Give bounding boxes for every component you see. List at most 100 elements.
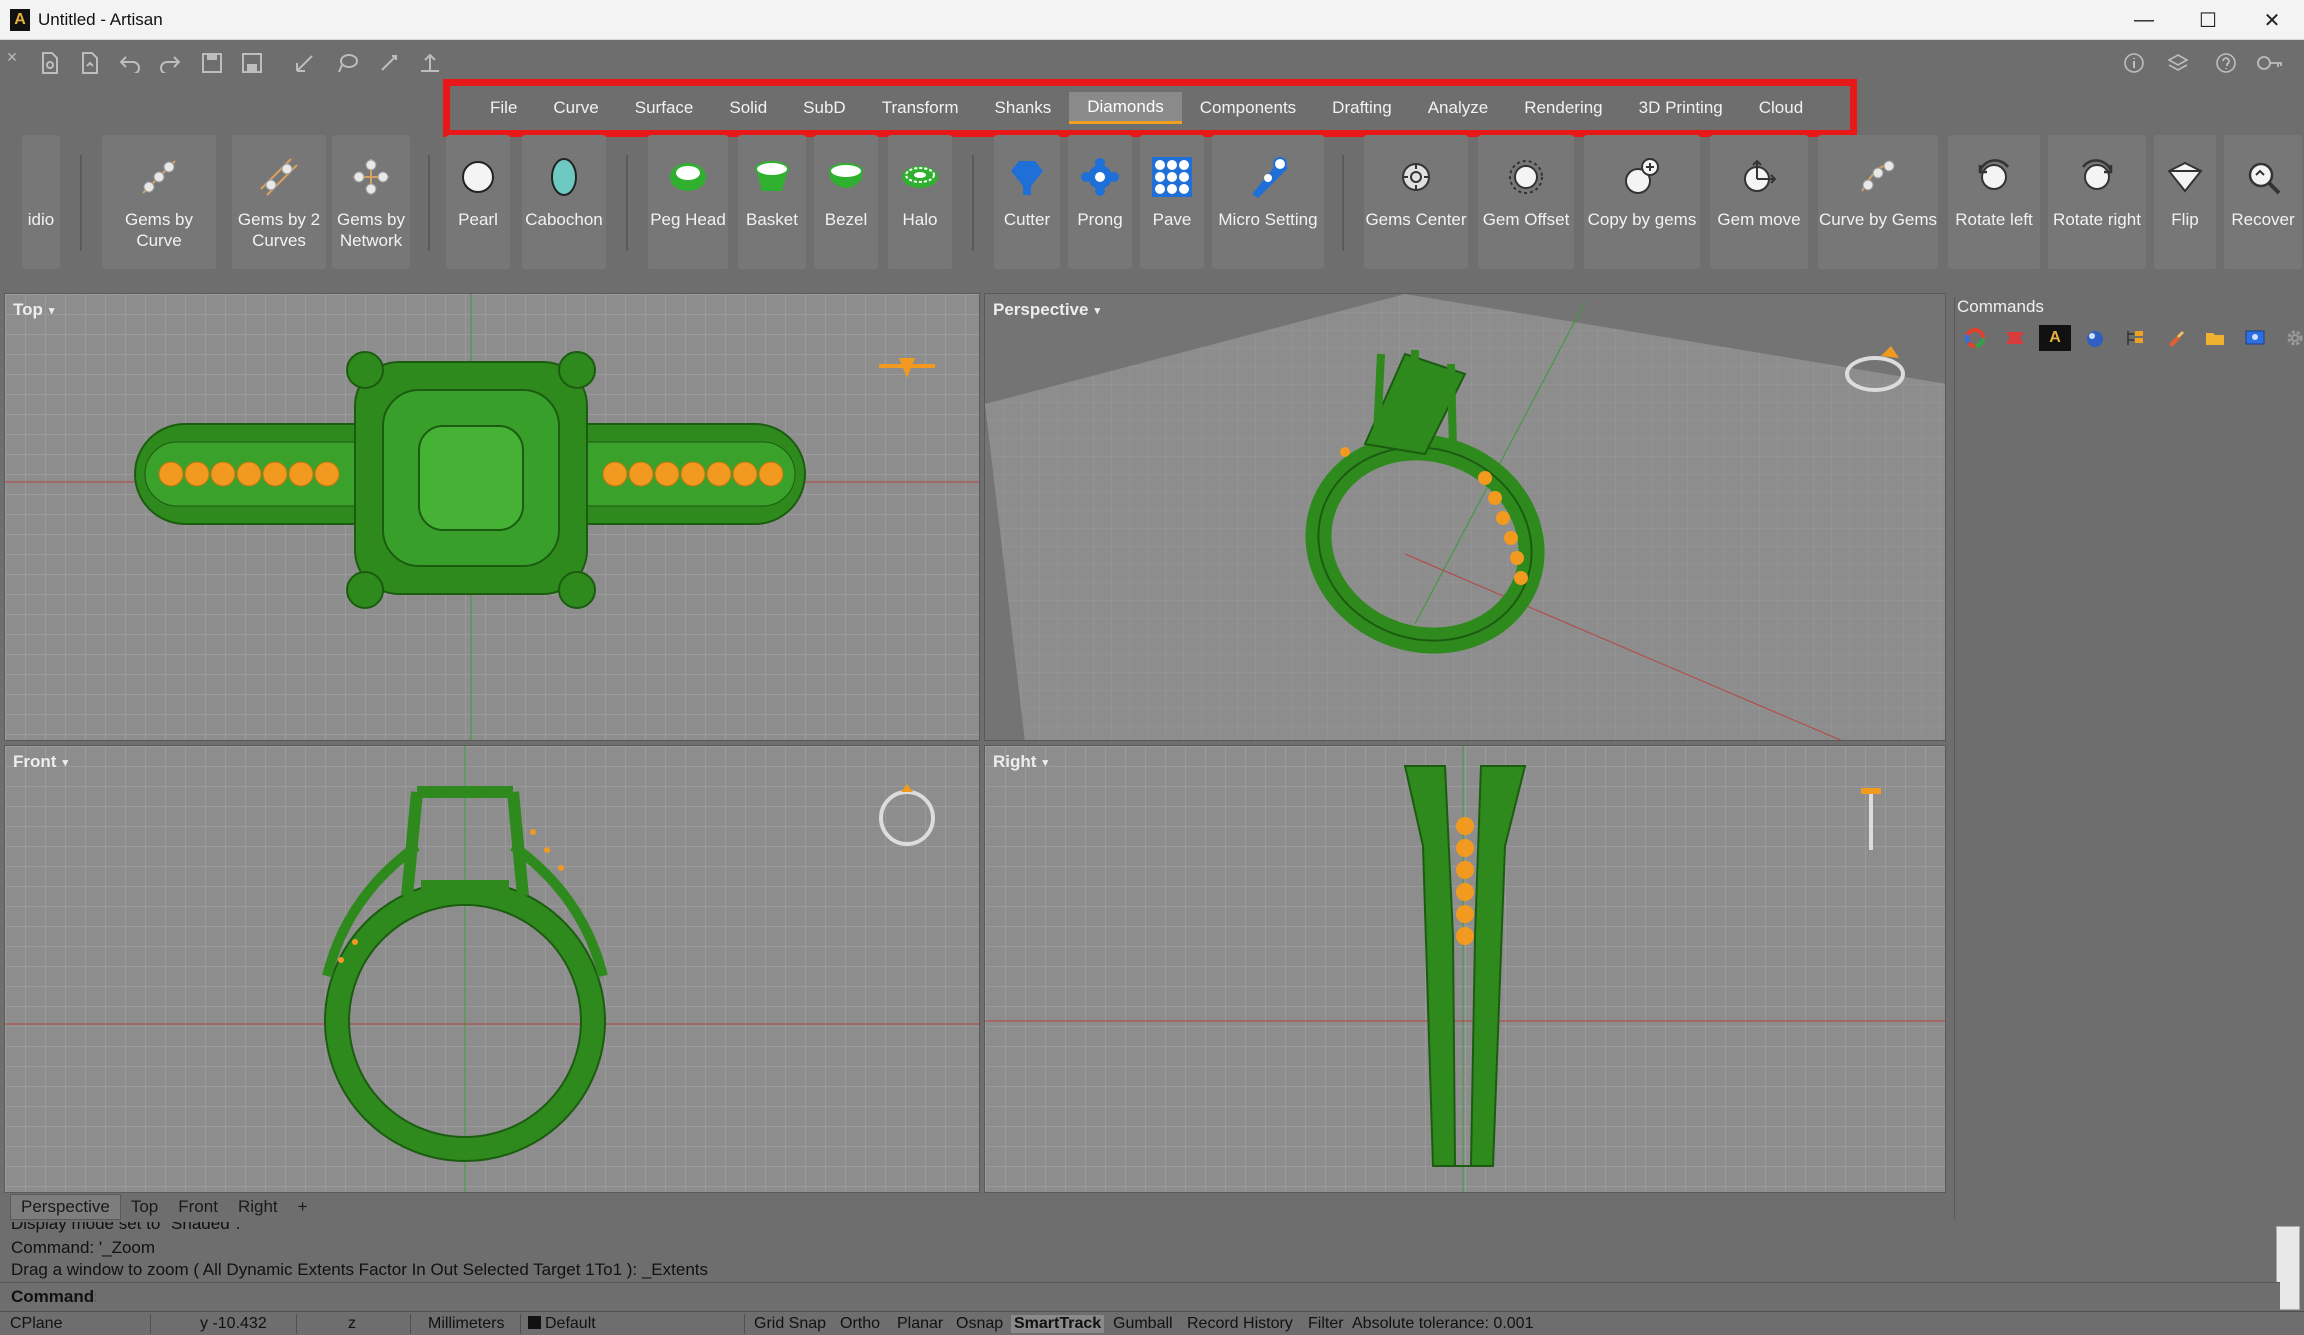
tab-curve[interactable]: Curve [535, 92, 616, 124]
gems-by-curve-button[interactable]: Gems by Curve [102, 135, 216, 269]
undo-icon[interactable] [116, 50, 144, 76]
flip-button[interactable]: Flip [2154, 135, 2216, 269]
rotate-left-button[interactable]: Rotate left [1948, 135, 2040, 269]
prong-button[interactable]: Prong [1068, 135, 1132, 269]
tab-drafting[interactable]: Drafting [1314, 92, 1410, 124]
viewport-menu-caret-icon[interactable]: ▾ [62, 756, 68, 769]
gems-by-2-curves-button[interactable]: Gems by 2 Curves [232, 135, 326, 269]
settings-gear-icon[interactable] [2279, 325, 2304, 351]
tab-transform[interactable]: Transform [864, 92, 977, 124]
copy-by-gems-icon [1618, 153, 1666, 201]
tab-shanks[interactable]: Shanks [977, 92, 1070, 124]
viewport-menu-caret-icon[interactable]: ▾ [1042, 756, 1048, 769]
material-icon[interactable] [2079, 325, 2111, 351]
viewport-top[interactable]: Top ▾ [4, 293, 980, 741]
tab-rendering[interactable]: Rendering [1506, 92, 1620, 124]
new-file-icon[interactable] [36, 50, 64, 76]
gems-center-button[interactable]: Gems Center [1364, 135, 1468, 269]
ribbon-icon[interactable] [1999, 325, 2031, 351]
ribbon-separator [972, 155, 974, 251]
redo-icon[interactable] [156, 50, 184, 76]
color-wheel-icon[interactable] [1959, 325, 1991, 351]
open-file-icon[interactable] [76, 50, 104, 76]
layers-tree-icon[interactable] [2119, 325, 2151, 351]
close-button[interactable]: ✕ [2240, 0, 2304, 40]
tab-3d-printing[interactable]: 3D Printing [1621, 92, 1741, 124]
tab-file[interactable]: File [472, 92, 535, 124]
gems-by-network-icon [347, 153, 395, 201]
key-icon[interactable] [2256, 50, 2284, 76]
record-history-toggle[interactable]: Record History [1187, 1315, 1293, 1333]
osnap-toggle[interactable]: Osnap [956, 1315, 1003, 1333]
viewport-tabs: Perspective Top Front Right + [10, 1194, 318, 1220]
viewport-menu-caret-icon[interactable]: ▾ [49, 304, 55, 317]
filter-toggle[interactable]: Filter [1308, 1315, 1344, 1333]
gem-offset-button[interactable]: Gem Offset [1478, 135, 1574, 269]
brush-icon[interactable] [2159, 325, 2191, 351]
curve-by-gems-button[interactable]: Curve by Gems [1818, 135, 1938, 269]
status-units[interactable]: Millimeters [428, 1315, 504, 1333]
bezel-button[interactable]: Bezel [814, 135, 878, 269]
tab-surface[interactable]: Surface [617, 92, 712, 124]
pearl-button[interactable]: Pearl [446, 135, 510, 269]
viewport-front[interactable]: Front ▾ [4, 745, 980, 1193]
tab-components[interactable]: Components [1182, 92, 1314, 124]
tab-solid[interactable]: Solid [711, 92, 785, 124]
viewport-perspective[interactable]: Perspective ▾ [984, 293, 1946, 741]
folder-icon[interactable] [2199, 325, 2231, 351]
close-x-icon[interactable]: ✕ [4, 44, 20, 70]
viewport-right[interactable]: Right ▾ [984, 745, 1946, 1193]
help-icon[interactable] [2212, 50, 2240, 76]
viewport-menu-caret-icon[interactable]: ▾ [1094, 304, 1100, 317]
tab-cloud[interactable]: Cloud [1741, 92, 1821, 124]
basket-button[interactable]: Basket [738, 135, 806, 269]
smarttrack-toggle[interactable]: SmartTrack [1011, 1315, 1105, 1333]
command-input[interactable] [96, 1285, 2266, 1309]
pointer-icon[interactable] [376, 50, 404, 76]
vtab-front[interactable]: Front [168, 1194, 228, 1220]
halo-button[interactable]: Halo [888, 135, 952, 269]
grid-snap-toggle[interactable]: Grid Snap [754, 1315, 826, 1333]
cabochon-button[interactable]: Cabochon [522, 135, 606, 269]
tab-diamonds[interactable]: Diamonds [1069, 92, 1182, 124]
save-as-icon[interactable] [238, 50, 266, 76]
maximize-button[interactable]: ☐ [2176, 0, 2240, 40]
ortho-toggle[interactable]: Ortho [840, 1315, 880, 1333]
ribbon-separator [80, 155, 82, 251]
rotate-left-icon [1970, 153, 2018, 201]
tab-analyze[interactable]: Analyze [1410, 92, 1506, 124]
gem-move-button[interactable]: Gem move [1710, 135, 1808, 269]
cutter-button[interactable]: Cutter [994, 135, 1060, 269]
vtab-perspective[interactable]: Perspective [10, 1194, 121, 1220]
micro-setting-button[interactable]: Micro Setting [1212, 135, 1324, 269]
artisan-icon[interactable]: A [2039, 325, 2071, 351]
status-layer[interactable]: Default [528, 1315, 596, 1333]
minimize-button[interactable]: — [2112, 0, 2176, 40]
peg-head-button[interactable]: Peg Head [648, 135, 728, 269]
transform-icon[interactable] [416, 50, 444, 76]
studio-button[interactable]: idio [22, 135, 60, 269]
recover-button[interactable]: Recover [2224, 135, 2302, 269]
lasso-icon[interactable] [334, 50, 362, 76]
planar-toggle[interactable]: Planar [897, 1315, 943, 1333]
layers-icon[interactable] [2164, 50, 2192, 76]
rotate-right-button[interactable]: Rotate right [2048, 135, 2146, 269]
vtab-right[interactable]: Right [228, 1194, 288, 1220]
cabochon-icon [540, 153, 588, 201]
commands-panel-title: Commands [1957, 297, 2044, 316]
gem-move-icon [1735, 153, 1783, 201]
save-icon[interactable] [198, 50, 226, 76]
gumball-toggle[interactable]: Gumball [1113, 1315, 1173, 1333]
display-icon[interactable] [2239, 325, 2271, 351]
vtab-top[interactable]: Top [121, 1194, 168, 1220]
add-viewport-tab-button[interactable]: + [288, 1194, 318, 1220]
pave-icon [1148, 153, 1196, 201]
gems-by-network-button[interactable]: Gems by Network [332, 135, 410, 269]
pave-button[interactable]: Pave [1140, 135, 1204, 269]
window-title: Untitled - Artisan [38, 9, 163, 29]
tab-subd[interactable]: SubD [785, 92, 864, 124]
select-icon[interactable] [292, 50, 320, 76]
status-cplane[interactable]: CPlane [10, 1315, 62, 1333]
copy-by-gems-button[interactable]: Copy by gems [1584, 135, 1700, 269]
info-icon[interactable] [2120, 50, 2148, 76]
